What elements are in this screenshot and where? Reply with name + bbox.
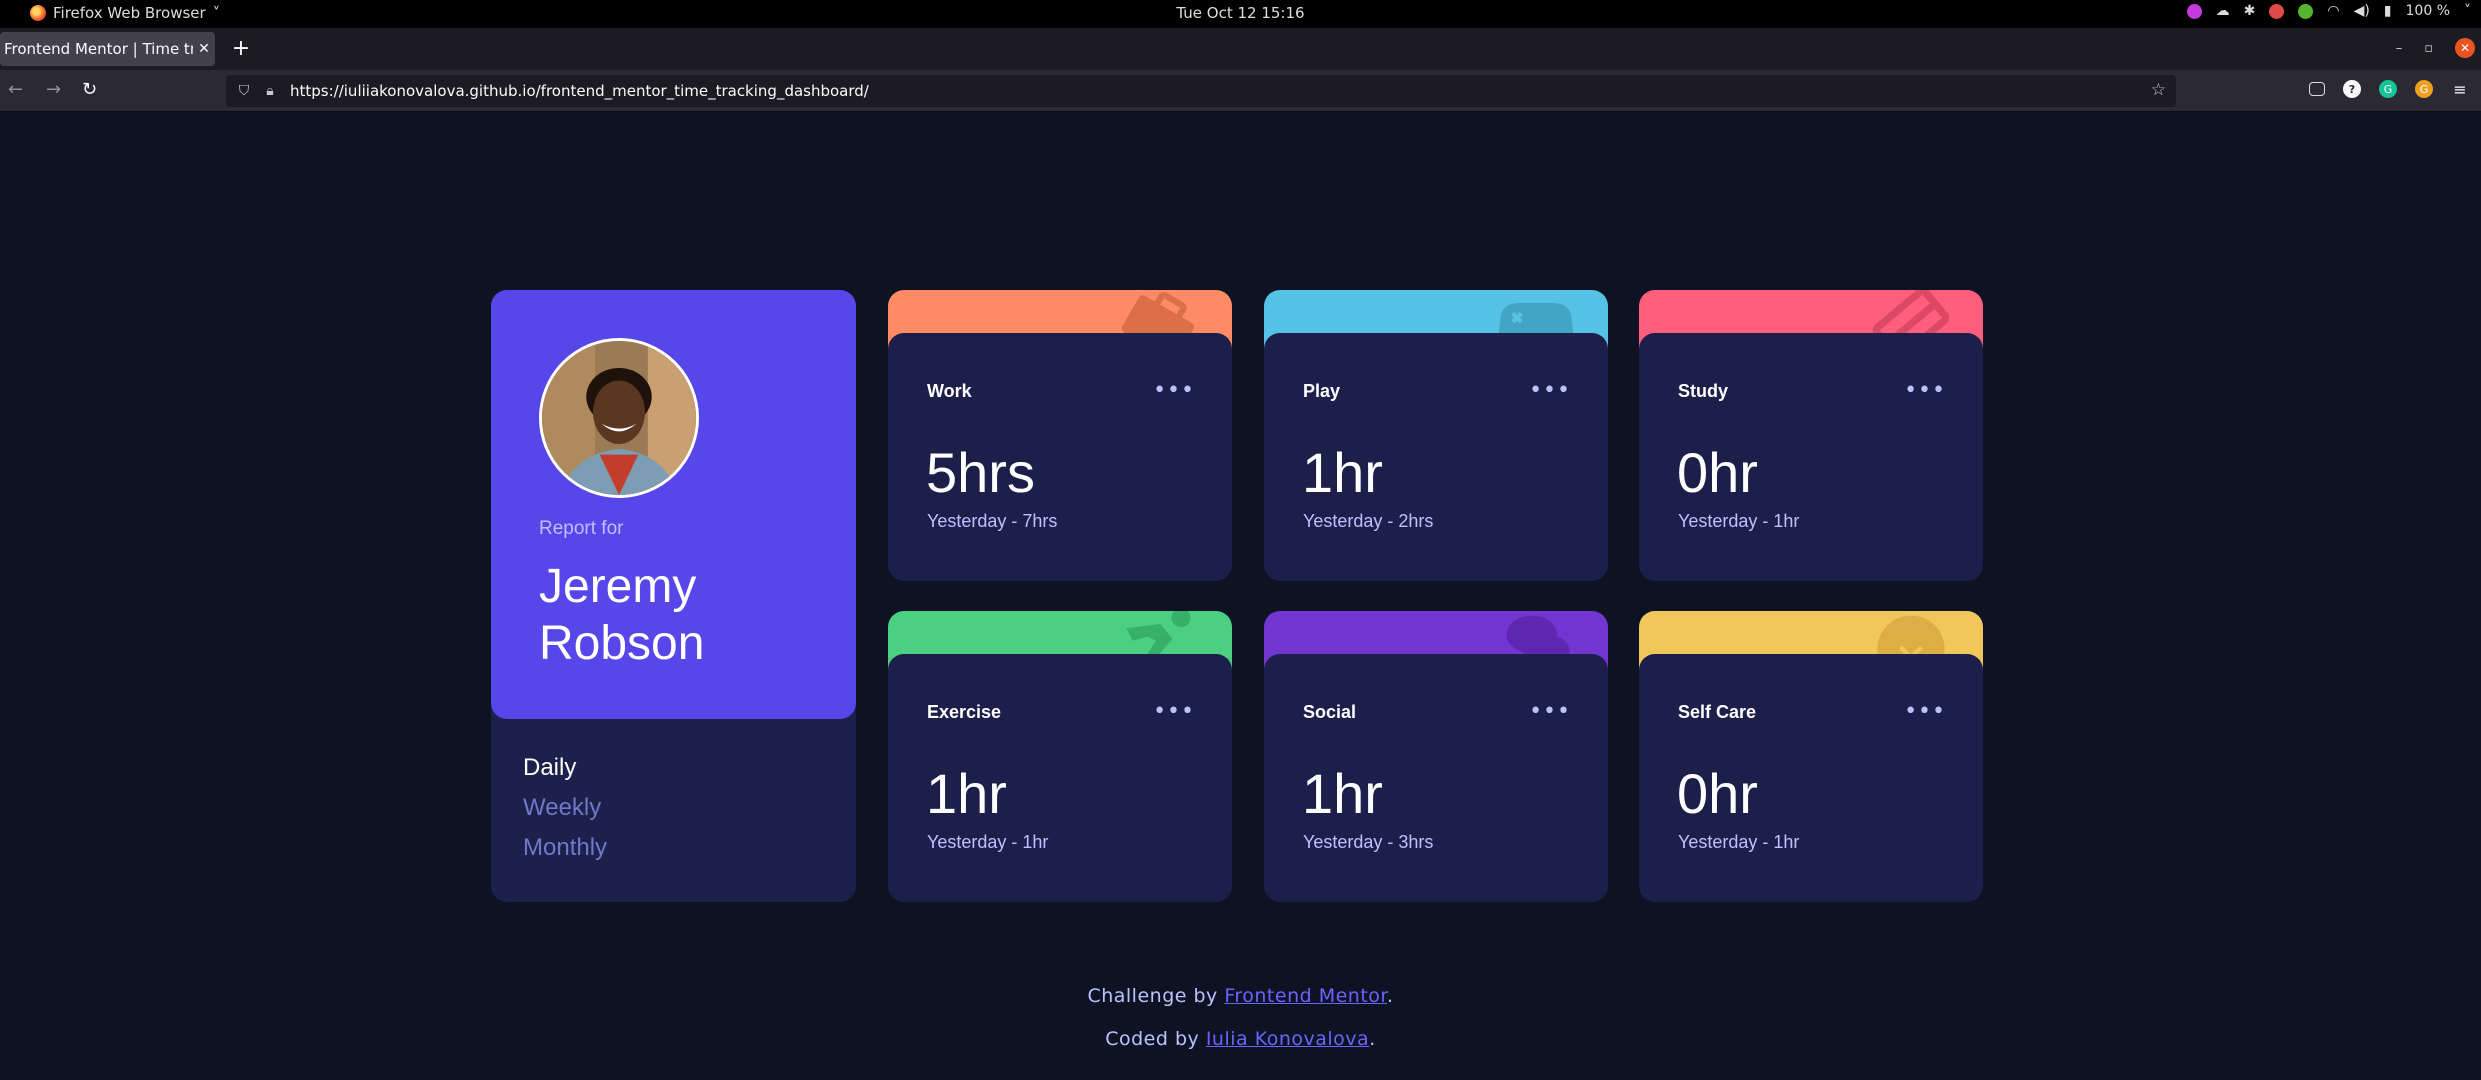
back-icon[interactable]: ← xyxy=(8,79,23,100)
check-icon[interactable] xyxy=(2298,3,2314,19)
card-title: Play xyxy=(1303,381,1341,401)
card-title: Exercise xyxy=(927,702,1002,722)
current-hours: 1hr xyxy=(926,762,1007,825)
tomato-icon[interactable] xyxy=(2269,3,2285,19)
close-window-icon[interactable]: ✕ xyxy=(2455,38,2475,58)
system-top-bar: Firefox Web Browser ˅ Tue Oct 12 15:16 ☁… xyxy=(0,0,2481,28)
activity-card-self-care: Self Care ••• 0hr Yesterday - 1hr xyxy=(1639,611,1983,902)
menu-icon[interactable]: ≡ xyxy=(2451,80,2469,99)
card-title: Work xyxy=(927,381,972,401)
url-bar[interactable]: ⛉ 🔒︎ https://iuliiakonovalova.github.io/… xyxy=(226,75,2176,107)
card-body[interactable]: Social ••• 1hr Yesterday - 3hrs xyxy=(1264,654,1608,902)
period-daily[interactable]: Daily xyxy=(523,752,607,784)
battery-icon[interactable]: ▮ xyxy=(2384,3,2392,19)
previous-hours: Yesterday - 3hrs xyxy=(1303,832,1434,852)
avatar-image xyxy=(542,341,696,495)
avatar xyxy=(539,338,699,498)
forward-icon[interactable]: → xyxy=(46,79,61,100)
profile-header: Report for Jeremy Robson xyxy=(491,290,856,719)
url-text[interactable]: https://iuliiakonovalova.github.io/front… xyxy=(290,82,869,100)
attribution-text: Coded by xyxy=(1105,1028,1206,1050)
current-hours: 1hr xyxy=(1302,441,1383,504)
more-options-icon[interactable]: ••• xyxy=(1153,699,1195,724)
weather-icon[interactable]: ☁ xyxy=(2216,3,2230,19)
close-tab-icon[interactable]: ✕ xyxy=(193,41,215,57)
grammarly-icon[interactable]: G xyxy=(2379,80,2397,98)
slack-icon[interactable]: ✱ xyxy=(2244,3,2256,19)
period-selector: Daily Weekly Monthly xyxy=(523,752,607,864)
previous-hours: Yesterday - 7hrs xyxy=(927,511,1058,531)
window-controls: – ▫ ✕ xyxy=(2396,38,2475,58)
card-title: Social xyxy=(1303,702,1357,722)
minimize-icon[interactable]: – xyxy=(2396,41,2403,56)
more-options-icon[interactable]: ••• xyxy=(1153,378,1195,403)
pocket-icon[interactable] xyxy=(2309,82,2325,96)
activity-card-social: Social ••• 1hr Yesterday - 3hrs xyxy=(1264,611,1608,902)
previous-hours: Yesterday - 1hr xyxy=(1678,832,1800,852)
activity-card-study: Study ••• 0hr Yesterday - 1hr xyxy=(1639,290,1983,581)
attribution-author: Coded by Iulia Konovalova. xyxy=(0,1028,2481,1050)
system-tray[interactable]: ☁ ✱ ◠ ◀) ▮ 100 % ˅ xyxy=(2186,3,2471,19)
more-options-icon[interactable]: ••• xyxy=(1529,699,1571,724)
tab-title: Frontend Mentor | Time tracking dashboar… xyxy=(4,40,193,58)
period-monthly[interactable]: Monthly xyxy=(523,832,607,864)
card-body[interactable]: Study ••• 0hr Yesterday - 1hr xyxy=(1639,333,1983,581)
card-body[interactable]: Self Care ••• 0hr Yesterday - 1hr xyxy=(1639,654,1983,902)
more-options-icon[interactable]: ••• xyxy=(1529,378,1571,403)
current-hours: 1hr xyxy=(1302,762,1383,825)
frontend-mentor-link[interactable]: Frontend Mentor xyxy=(1224,985,1387,1007)
attribution-period: . xyxy=(1386,985,1394,1007)
shield-icon[interactable]: ⛉ xyxy=(236,83,252,99)
tab-active[interactable]: Frontend Mentor | Time tracking dashboar… xyxy=(0,32,215,66)
card-body[interactable]: Play ••• 1hr Yesterday - 2hrs xyxy=(1264,333,1608,581)
attribution-period: . xyxy=(1369,1028,1376,1050)
color-picker-icon[interactable] xyxy=(2186,3,2202,19)
chevron-down-icon[interactable]: ˅ xyxy=(2464,3,2471,19)
lock-icon[interactable]: 🔒︎ xyxy=(262,83,278,99)
extension-icon[interactable]: G xyxy=(2415,80,2433,98)
attribution-text: Challenge by xyxy=(1087,985,1225,1007)
current-hours: 0hr xyxy=(1677,441,1758,504)
profile-card: Report for Jeremy Robson Daily Weekly Mo… xyxy=(491,290,856,902)
current-hours: 5hrs xyxy=(926,441,1035,504)
bookmark-star-icon[interactable]: ☆ xyxy=(2151,80,2166,100)
user-name: Jeremy Robson xyxy=(539,560,705,670)
report-for-label: Report for xyxy=(539,518,624,539)
card-body[interactable]: Exercise ••• 1hr Yesterday - 1hr xyxy=(888,654,1232,902)
card-title: Self Care xyxy=(1678,702,1757,722)
attribution-challenge: Challenge by Frontend Mentor. xyxy=(0,985,2481,1007)
activity-card-work: Work ••• 5hrs Yesterday - 7hrs xyxy=(888,290,1232,581)
card-title: Study xyxy=(1678,381,1729,401)
maximize-icon[interactable]: ▫ xyxy=(2424,41,2433,56)
new-tab-button[interactable]: + xyxy=(228,36,254,61)
time-tracking-dashboard: Report for Jeremy Robson Daily Weekly Mo… xyxy=(491,290,1983,902)
activity-card-play: Play ••• 1hr Yesterday - 2hrs xyxy=(1264,290,1608,581)
previous-hours: Yesterday - 1hr xyxy=(927,832,1049,852)
volume-icon[interactable]: ◀) xyxy=(2354,3,2370,19)
card-body[interactable]: Work ••• 5hrs Yesterday - 7hrs xyxy=(888,333,1232,581)
more-options-icon[interactable]: ••• xyxy=(1904,699,1946,724)
navigation-toolbar: ← → ↻ ⛉ 🔒︎ https://iuliiakonovalova.gith… xyxy=(0,70,2481,112)
more-options-icon[interactable]: ••• xyxy=(1904,378,1946,403)
previous-hours: Yesterday - 2hrs xyxy=(1303,511,1434,531)
period-weekly[interactable]: Weekly xyxy=(523,792,607,824)
previous-hours: Yesterday - 1hr xyxy=(1678,511,1800,531)
toolbar-extensions: ? G G ≡ xyxy=(2309,80,2469,99)
author-link[interactable]: Iulia Konovalova xyxy=(1206,1028,1369,1050)
activity-card-exercise: Exercise ••• 1hr Yesterday - 1hr xyxy=(888,611,1232,902)
wifi-icon[interactable]: ◠ xyxy=(2327,3,2339,19)
help-extension-icon[interactable]: ? xyxy=(2343,80,2361,98)
tab-strip: Frontend Mentor | Time tracking dashboar… xyxy=(0,28,2481,70)
battery-percent: 100 % xyxy=(2405,3,2450,19)
current-hours: 0hr xyxy=(1677,762,1758,825)
clock[interactable]: Tue Oct 12 15:16 xyxy=(0,4,2481,22)
reload-icon[interactable]: ↻ xyxy=(82,79,97,100)
